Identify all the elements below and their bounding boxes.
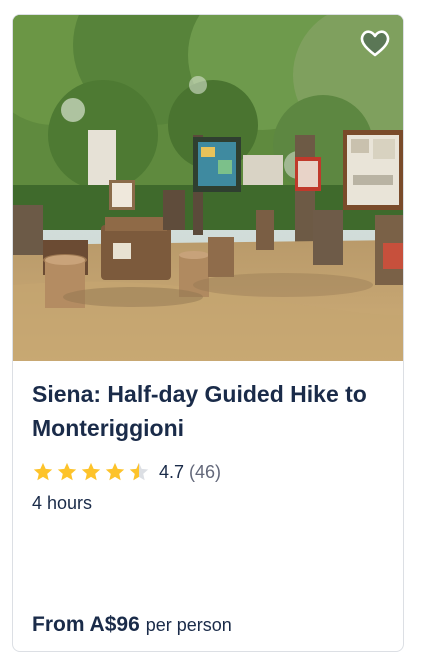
rating-row: 4.7 (46) xyxy=(32,459,221,485)
star-rating xyxy=(32,461,150,483)
star-full-icon xyxy=(57,462,77,481)
activity-card[interactable]: Siena: Half-day Guided Hike to Monterigg… xyxy=(12,14,404,652)
star-full-icon xyxy=(105,462,125,481)
review-count: (46) xyxy=(189,461,222,482)
activity-duration: 4 hours xyxy=(32,493,93,513)
wishlist-button[interactable] xyxy=(357,25,393,61)
star-half-icon xyxy=(129,462,149,481)
price-row: From A$96 per person xyxy=(32,613,232,637)
photo-illustration xyxy=(13,15,403,361)
price-amount: From A$96 xyxy=(32,613,140,636)
activity-title[interactable]: Siena: Half-day Guided Hike to Monterigg… xyxy=(32,377,392,445)
heart-outline-icon xyxy=(360,30,390,57)
star-full-icon xyxy=(81,462,101,481)
price-unit: per person xyxy=(145,615,232,635)
star-full-icon xyxy=(33,462,53,481)
activity-photo[interactable] xyxy=(13,15,403,361)
rating-value: 4.7 xyxy=(159,461,185,482)
